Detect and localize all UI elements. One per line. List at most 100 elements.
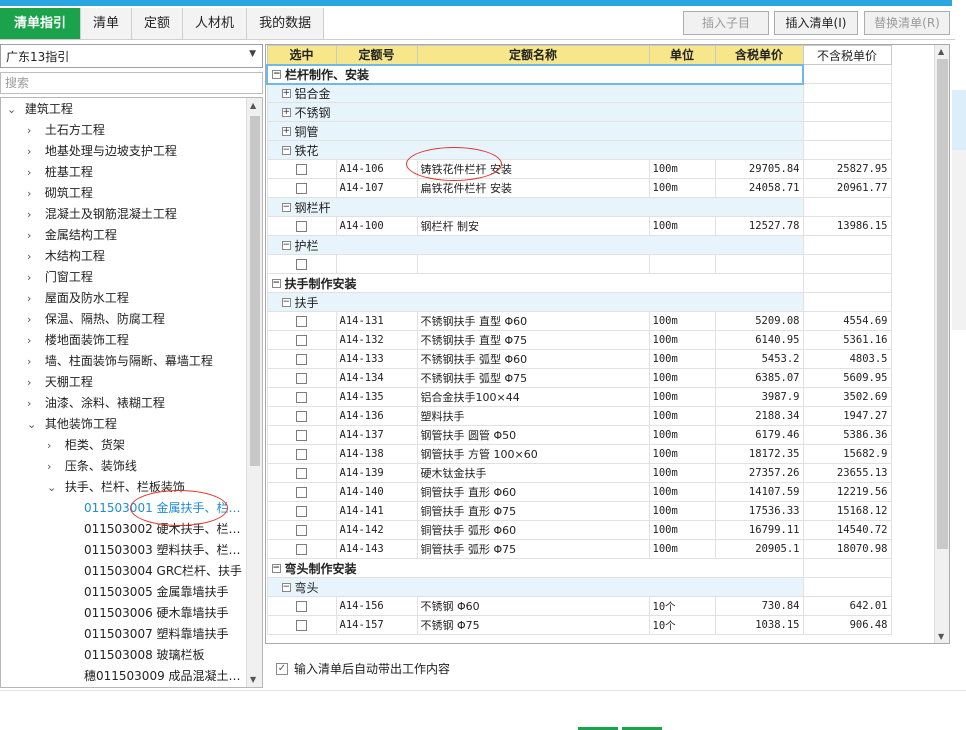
group-row[interactable]: − 弯头 [266,577,892,597]
group-row[interactable]: + 铝合金 [266,83,892,103]
table-row[interactable]: A14-100 钢栏杆 制安 100m 12527.78 13986.15 [266,216,892,236]
group-cell[interactable]: − 弯头 [266,577,804,597]
tree-node[interactable]: › 墙、柱面装饰与隔断、幕墙工程 [27,351,213,372]
select-cell[interactable] [266,159,337,179]
chevron-right-icon[interactable]: › [27,372,41,393]
tree-leaf-item[interactable]: 011503003 塑料扶手、栏… [84,540,241,561]
tree-node[interactable]: › 油漆、涂料、裱糊工程 [27,393,165,414]
select-cell[interactable] [266,311,337,331]
chevron-right-icon[interactable]: › [27,183,41,204]
group-cell[interactable]: − 扶手 [266,292,804,312]
scroll-down-icon[interactable]: ▼ [938,632,944,641]
tree-node[interactable]: › 桩基工程 [27,162,93,183]
chevron-right-icon[interactable]: › [27,330,41,351]
tree-node[interactable]: › 楼地面装饰工程 [27,330,129,351]
group-row[interactable]: − 铁花 [266,140,892,160]
select-checkbox[interactable] [296,601,307,612]
expand-icon[interactable]: + [281,127,291,136]
chevron-right-icon[interactable]: › [47,456,61,477]
insert-list-button[interactable]: 插入清单(I) [774,11,858,35]
chevron-right-icon[interactable]: › [27,309,41,330]
tree-node[interactable]: › 地基处理与边坡支护工程 [27,141,177,162]
select-checkbox[interactable] [296,620,307,631]
grid-scrollbar[interactable]: ▲ ▼ [934,45,949,643]
table-row[interactable]: A14-131 不锈钢扶手 直型 Φ60 100m 5209.08 4554.69 [266,311,892,331]
expand-icon[interactable]: + [281,89,291,99]
tree-node[interactable]: › 木结构工程 [27,246,105,267]
select-checkbox[interactable] [296,335,307,346]
tree-leaf-item[interactable]: 011503004 GRC栏杆、扶手 [84,561,242,582]
tree-node[interactable]: › 土石方工程 [27,120,105,141]
group-row[interactable]: − 扶手 [266,292,892,312]
group-cell[interactable]: − 铁花 [266,140,804,160]
select-cell[interactable] [266,444,337,464]
chevron-right-icon[interactable]: › [27,288,41,309]
table-row[interactable]: A14-139 硬木钛金扶手 100m 27357.26 23655.13 [266,463,892,483]
tree-leaf-item[interactable]: 011503007 塑料靠墙扶手 [84,624,229,645]
tree-node[interactable]: › 屋面及防水工程 [27,288,129,309]
scroll-up-icon[interactable]: ▲ [938,47,944,56]
expand-icon[interactable]: + [281,108,291,117]
select-checkbox[interactable] [296,506,307,517]
tree-leaf-item[interactable]: 011503008 玻璃栏板 [84,645,205,666]
table-row[interactable]: A14-157 不锈钢 Φ75 10个 1038.15 906.48 [266,615,892,635]
group-row[interactable]: − 栏杆制作、安装 [266,63,892,85]
col-header-unit[interactable]: 单位 [648,45,716,65]
table-row[interactable]: A14-137 钢管扶手 圆管 Φ50 100m 6179.46 5386.36 [266,425,892,445]
col-header-notax-price[interactable]: 不含税单价 [802,45,892,65]
select-checkbox[interactable] [296,430,307,441]
tree-node[interactable]: › 天棚工程 [27,372,93,393]
tab-my-data[interactable]: 我的数据 [247,8,325,40]
scroll-down-icon[interactable]: ▼ [250,675,256,684]
group-cell[interactable]: − 钢栏杆 [266,197,804,217]
table-row[interactable]: A14-138 钢管扶手 方管 100×60 100m 18172.35 15682.9 [266,444,892,464]
tab-quota[interactable]: 定额 [132,8,184,40]
tree-scroll-thumb[interactable] [250,116,260,466]
tab-labor-material-machine[interactable]: 人材机 [183,8,248,40]
table-row[interactable]: A14-107 扁铁花件栏杆 安装 100m 24058.71 20961.77 [266,178,892,198]
select-cell[interactable] [266,349,337,369]
group-row[interactable]: − 弯头制作安装 [266,558,892,578]
tab-list[interactable]: 清单 [81,8,133,40]
group-cell[interactable]: + 铝合金 [266,83,804,103]
tree-node[interactable]: › 柜类、货架 [47,435,125,456]
group-cell[interactable]: − 栏杆制作、安装 [266,63,804,85]
replace-list-button[interactable]: 替换清单(R) [864,11,950,35]
select-cell[interactable] [266,368,337,388]
table-row[interactable]: A14-136 塑料扶手 100m 2188.34 1947.27 [266,406,892,426]
tree-leaf-item[interactable]: 011503006 硬木靠墙扶手 [84,603,229,624]
collapse-icon[interactable]: − [271,564,281,573]
group-cell[interactable]: + 不锈钢 [266,102,804,122]
search-input[interactable] [0,72,263,94]
tree-node[interactable]: › 门窗工程 [27,267,93,288]
tree-node[interactable]: › 混凝土及钢筋混凝土工程 [27,204,177,225]
select-cell[interactable] [266,254,337,274]
group-cell[interactable]: − 护栏 [266,235,804,255]
group-cell[interactable]: + 铜管 [266,121,804,141]
chevron-right-icon[interactable]: › [27,246,41,267]
tree-leaf-item[interactable]: 011503001 金属扶手、栏… [84,498,241,519]
group-cell[interactable]: − 弯头制作安装 [266,558,804,578]
select-checkbox[interactable] [296,373,307,384]
collapse-icon[interactable]: − [272,70,281,79]
scroll-up-icon[interactable]: ▲ [250,101,256,110]
tree-leaf-item[interactable]: 011503002 硬木扶手、栏… [84,519,241,540]
select-cell[interactable] [266,406,337,426]
select-checkbox[interactable] [296,411,307,422]
col-header-code[interactable]: 定额号 [335,45,418,65]
table-row[interactable]: A14-106 铸铁花件栏杆 安装 100m 29705.84 25827.95 [266,159,892,179]
collapse-icon[interactable]: − [281,203,291,212]
select-checkbox[interactable] [296,449,307,460]
select-checkbox[interactable] [296,392,307,403]
tree-scrollbar[interactable]: ▲ ▼ [246,98,262,687]
tree-node[interactable]: ⌄ 扶手、栏杆、栏板装饰 [47,477,185,498]
select-cell[interactable] [266,539,337,559]
collapse-icon[interactable]: − [281,583,291,592]
select-cell[interactable] [266,216,337,236]
select-checkbox[interactable] [296,487,307,498]
table-row[interactable]: A14-156 不锈钢 Φ60 10个 730.84 642.01 [266,596,892,616]
select-checkbox[interactable] [296,468,307,479]
select-cell[interactable] [266,520,337,540]
group-row[interactable]: − 扶手制作安装 [266,273,892,293]
select-checkbox[interactable] [296,316,307,327]
